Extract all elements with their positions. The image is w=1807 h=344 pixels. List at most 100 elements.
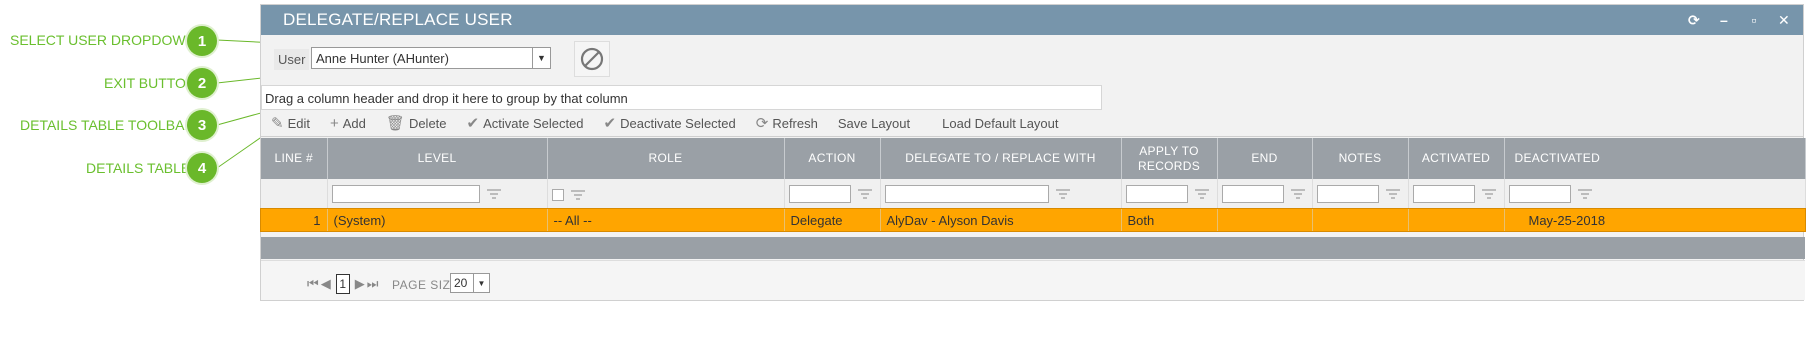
filter-input-activated[interactable] [1412, 185, 1475, 203]
filter-icon[interactable] [486, 188, 502, 200]
check-icon: ✔ [466, 115, 480, 132]
first-page-icon[interactable]: ⏮ [307, 276, 319, 292]
select-user-dropdown[interactable]: Anne Hunter (AHunter) ▼ [311, 47, 551, 69]
filter-icon[interactable] [1290, 188, 1306, 200]
filter-input-delegate[interactable] [884, 185, 1049, 203]
delegate-replace-window: DELEGATE/REPLACE USER ⟳ – ▫ ✕ User Anne … [260, 4, 1806, 301]
selected-user: Anne Hunter (AHunter) [316, 51, 449, 66]
next-page-icon[interactable]: ▶ [355, 276, 365, 292]
filter-checkbox-role[interactable] [551, 188, 564, 201]
minimize-icon[interactable]: – [1717, 12, 1731, 28]
filter-cell-level [327, 179, 548, 209]
edit-label: Edit [287, 115, 310, 131]
callout-number-2: 2 [187, 68, 217, 98]
filter-icon[interactable] [857, 188, 873, 200]
filter-icon[interactable] [1055, 188, 1071, 200]
cell-activated [1408, 209, 1505, 231]
filter-input-notes[interactable] [1316, 185, 1379, 203]
activate-label: Activate Selected [483, 115, 584, 131]
col-header-level[interactable]: LEVEL [327, 138, 548, 179]
filter-input-apply[interactable] [1125, 185, 1188, 203]
filter-icon[interactable] [1385, 188, 1401, 200]
pager: ⏮ ◀ 1 ▶ ⏭ PAGE SIZE 20 ▼ [261, 260, 1805, 300]
col-header-action[interactable]: ACTION [784, 138, 881, 179]
filter-input-end[interactable] [1221, 185, 1284, 203]
filter-icon[interactable] [1481, 188, 1497, 200]
cell-deactivated: May-25-2018 [1504, 209, 1806, 231]
cell-line: 1 [261, 209, 328, 231]
plus-icon: + [329, 114, 339, 132]
filter-icon[interactable] [1577, 188, 1593, 200]
callout-label-3: DETAILS TABLE TOOLBAR [20, 117, 195, 133]
prev-page-icon[interactable]: ◀ [321, 276, 331, 292]
col-header-deactivated[interactable]: DEACTIVATED [1504, 138, 1806, 179]
col-header-apply[interactable]: APPLY TO RECORDS [1121, 138, 1218, 179]
load-default-layout-button[interactable]: Load Default Layout [920, 116, 1068, 131]
filter-cell-action [784, 179, 881, 209]
delete-button[interactable]: 🗑 Delete [376, 114, 457, 132]
maximize-icon[interactable]: ▫ [1747, 12, 1761, 28]
refresh-icon[interactable]: ⟳ [1687, 12, 1701, 29]
save-layout-label: Save Layout [837, 115, 911, 131]
add-label: Add [342, 115, 366, 131]
col-header-role[interactable]: ROLE [547, 138, 785, 179]
cell-role: -- All -- [547, 209, 785, 231]
filter-row [261, 179, 1806, 209]
filter-icon[interactable] [1194, 188, 1210, 200]
refresh-button[interactable]: ⟳ Refresh [746, 114, 828, 132]
col-header-activated[interactable]: ACTIVATED [1408, 138, 1505, 179]
table-row[interactable]: 1 (System) -- All -- Delegate AlyDav - A… [260, 208, 1806, 232]
chevron-down-icon[interactable]: ▼ [473, 274, 489, 292]
user-row: User Anne Hunter (AHunter) ▼ [261, 35, 1803, 85]
close-icon[interactable]: ✕ [1777, 12, 1791, 29]
filter-cell-apply [1121, 179, 1218, 209]
chevron-down-icon[interactable]: ▼ [532, 48, 550, 68]
exit-button[interactable] [574, 41, 610, 77]
activate-selected-button[interactable]: ✔ Activate Selected [457, 114, 594, 132]
callout-label-1: SELECT USER DROPDOWN [10, 32, 196, 48]
last-page-icon[interactable]: ⏭ [367, 276, 379, 292]
filter-input-level[interactable] [331, 185, 480, 203]
refresh-label: Refresh [772, 115, 818, 131]
filter-cell-line [261, 179, 328, 209]
stage: SELECT USER DROPDOWN 1 EXIT BUTTON 2 DET… [0, 0, 1807, 344]
page-size-value: 20 [454, 276, 468, 290]
cell-notes [1312, 209, 1409, 231]
filter-input-action[interactable] [788, 185, 851, 203]
table-empty-area [261, 237, 1805, 259]
filter-cell-delegate [880, 179, 1122, 209]
col-header-line[interactable]: LINE # [261, 138, 328, 179]
deactivate-label: Deactivate Selected [620, 115, 736, 131]
filter-input-deactivated[interactable] [1508, 185, 1571, 203]
deactivate-selected-button[interactable]: ✔ Deactivate Selected [594, 114, 746, 132]
current-page[interactable]: 1 [335, 274, 350, 294]
callout-number-4: 4 [187, 153, 217, 183]
add-button[interactable]: + Add [320, 115, 376, 132]
load-default-label: Load Default Layout [942, 115, 1059, 131]
group-by-bar[interactable]: Drag a column header and drop it here to… [261, 85, 1102, 110]
save-layout-button[interactable]: Save Layout [828, 116, 920, 131]
filter-cell-deactivated [1504, 179, 1806, 209]
callout-number-3: 3 [187, 110, 217, 140]
details-table: LINE # LEVEL ROLE ACTION DELEGATE TO / R… [260, 138, 1806, 232]
col-header-notes[interactable]: NOTES [1312, 138, 1409, 179]
check-icon: ✔ [603, 115, 617, 132]
filter-cell-end [1217, 179, 1313, 209]
filter-icon[interactable] [570, 189, 586, 201]
filter-cell-role [547, 179, 785, 209]
edit-button[interactable]: ✎ Edit [261, 114, 320, 132]
cell-level: (System) [327, 209, 548, 231]
cell-end [1217, 209, 1313, 231]
filter-cell-activated [1408, 179, 1505, 209]
col-header-end[interactable]: END [1217, 138, 1313, 179]
delete-label: Delete [408, 115, 447, 131]
cell-apply: Both [1121, 209, 1218, 231]
page-size-label: PAGE SIZE [392, 278, 459, 292]
callout-label-4: DETAILS TABLE [86, 160, 191, 176]
details-table-toolbar: ✎ Edit + Add 🗑 Delete ✔ Activate Selecte… [261, 110, 1803, 137]
page-size-select[interactable]: 20 ▼ [450, 273, 490, 293]
callout-number-1: 1 [187, 26, 217, 56]
window-titlebar: DELEGATE/REPLACE USER ⟳ – ▫ ✕ [261, 5, 1803, 35]
filter-cell-notes [1312, 179, 1409, 209]
col-header-delegate[interactable]: DELEGATE TO / REPLACE WITH [880, 138, 1122, 179]
